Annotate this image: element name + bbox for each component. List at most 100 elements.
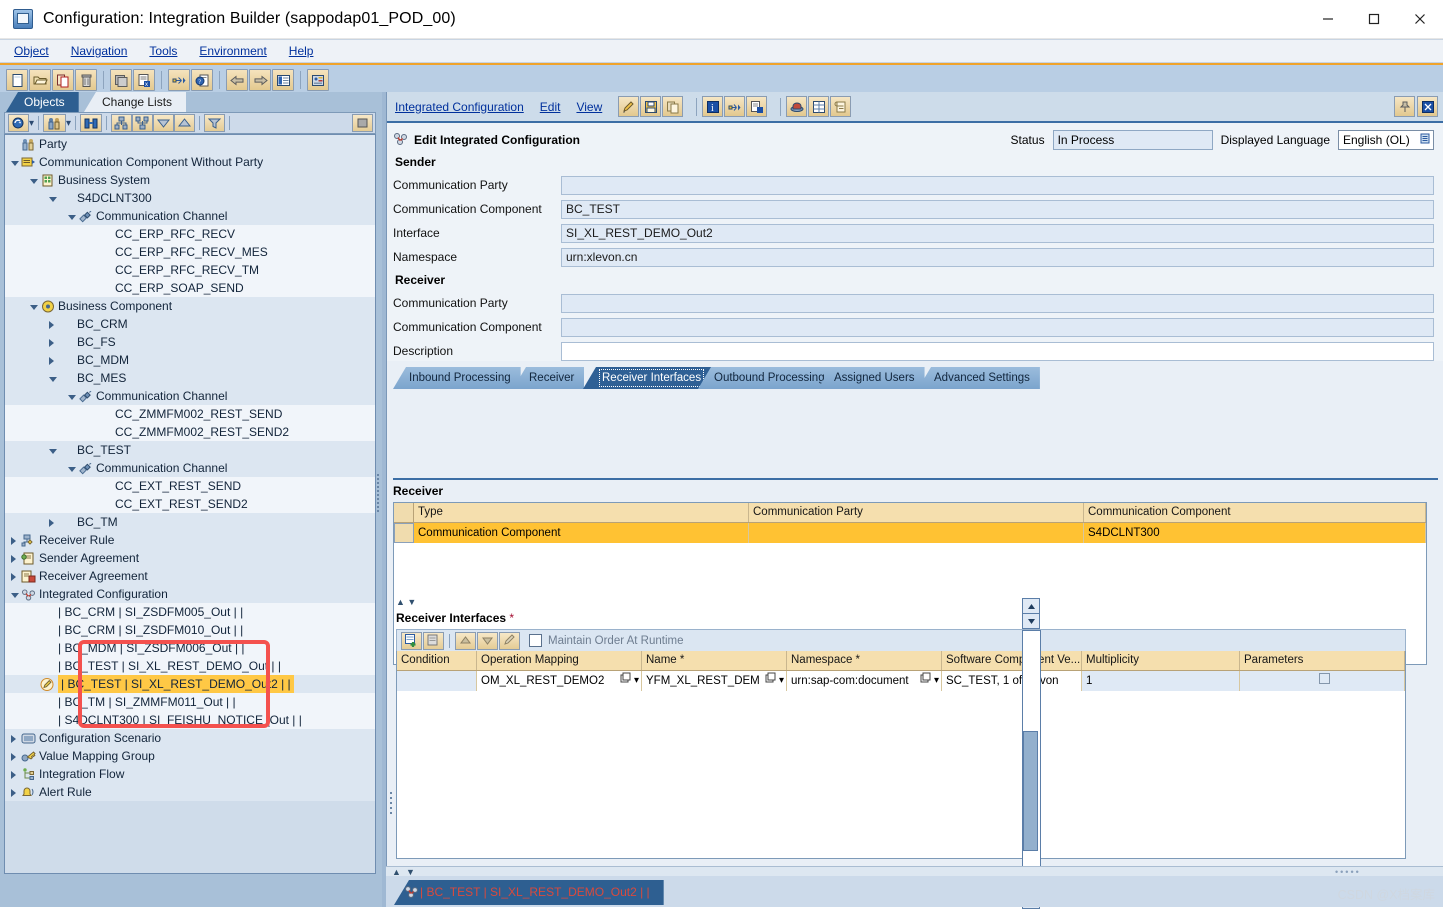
chevron-right-icon[interactable] [11,549,21,567]
description-input[interactable] [561,341,1434,361]
editor-scrollbar-thumb[interactable] [1023,731,1038,851]
edit-row-icon[interactable] [499,631,520,650]
chevron-right-icon[interactable] [11,747,21,765]
expand-all-icon[interactable] [153,114,175,132]
chevron-down-icon[interactable]: ▾ [634,671,639,691]
column-communication-component[interactable]: Communication Component [1084,503,1426,522]
chevron-down-icon[interactable] [11,153,21,171]
tab-inbound-processing[interactable]: Inbound Processing [393,367,521,389]
tree-item[interactable]: | BC_CRM | SI_ZSDFM005_Out | | [5,603,375,621]
chevron-down-icon[interactable] [30,297,40,315]
bottom-tab-active[interactable]: | BC_TEST | SI_XL_REST_DEMO_Out2 | | [394,880,664,905]
tree-item[interactable]: | BC_TEST | SI_XL_REST_DEMO_Out2 | | [5,675,375,693]
pane-splitter[interactable] [376,472,381,602]
tree-item[interactable]: CC_ZMMFM002_REST_SEND2 [5,423,375,441]
editor-menu-integrated-configuration[interactable]: Integrated Configuration [395,100,524,114]
chevron-right-icon[interactable] [11,567,21,585]
receiver-interfaces-scroll-down-button[interactable] [1022,613,1040,629]
receiver-communication-party-input[interactable] [561,293,1434,313]
tab-objects[interactable]: Objects [6,92,79,112]
tree-item[interactable]: Alert Rule [5,783,375,801]
delete-row-icon[interactable] [423,631,444,650]
chevron-down-icon[interactable] [11,585,21,603]
tab-assigned-users[interactable]: Assigned Users [818,367,925,389]
collapse-caret-icon[interactable]: ▲ ▼ [396,597,416,607]
tab-outbound-processing[interactable]: Outbound Processing [698,367,835,389]
column-software-component-version[interactable]: Software Component Ve... [942,651,1082,670]
sender-namespace-input[interactable]: urn:xlevon.cn [561,247,1434,267]
editor-menu-view[interactable]: View [576,100,602,114]
tree-item[interactable]: CC_ZMMFM002_REST_SEND [5,405,375,423]
tree-item[interactable]: | BC_MDM | SI_ZSDFM006_Out | | [5,639,375,657]
menu-help[interactable]: Help [289,44,314,58]
chevron-right-icon[interactable] [11,765,21,783]
menu-tools[interactable]: Tools [149,44,177,58]
tree-item[interactable]: S4DCLNT300 [5,189,375,207]
tree-item[interactable]: CC_ERP_RFC_RECV_MES [5,243,375,261]
filter-icon[interactable] [204,114,226,132]
tree-item[interactable]: Receiver Agreement [5,567,375,585]
tree-item[interactable]: Configuration Scenario [5,729,375,747]
cell-namespace[interactable]: urn:sap-com:document ▾ [787,671,942,691]
tab-advanced-settings[interactable]: Advanced Settings [918,367,1040,389]
chevron-down-icon[interactable] [68,207,78,225]
chevron-down-icon[interactable] [68,387,78,405]
tree-item[interactable]: BC_FS [5,333,375,351]
chevron-down-icon[interactable] [49,189,59,207]
tree-item[interactable]: BC_TM [5,513,375,531]
column-condition[interactable]: Condition [397,651,477,670]
table-row[interactable]: OM_XL_REST_DEMO2 ▾ YFM_XL_REST_DEM ▾ urn… [397,671,1405,691]
tree-item[interactable]: CC_ERP_RFC_RECV_TM [5,261,375,279]
tree-item[interactable]: Business System [5,171,375,189]
tree-item[interactable]: Receiver Rule [5,531,375,549]
move-down-icon[interactable] [477,631,498,650]
deploy-icon[interactable] [786,96,808,117]
copy-icon[interactable] [662,96,684,117]
check-config-icon[interactable] [746,96,768,117]
collapse-all-icon[interactable] [174,114,196,132]
tree-item[interactable]: Integrated Configuration [5,585,375,603]
cell-operation-mapping[interactable]: OM_XL_REST_DEMO2 ▾ [477,671,642,691]
tree-item[interactable]: CC_EXT_REST_SEND [5,477,375,495]
receiver-communication-component-input[interactable] [561,317,1434,337]
tree-item[interactable]: BC_MDM [5,351,375,369]
cell-software-component-version[interactable]: SC_TEST, 1 of xlevon [942,671,1082,691]
sender-communication-party-input[interactable] [561,175,1434,195]
maximize-button[interactable] [1351,0,1397,38]
party-find-icon[interactable] [43,114,67,132]
save-all-icon[interactable] [110,69,132,91]
tree-item[interactable]: Communication Component Without Party [5,153,375,171]
collapse-node-icon[interactable] [132,114,154,132]
column-communication-party[interactable]: Communication Party [749,503,1084,522]
close-button[interactable] [1397,0,1443,38]
maintain-order-checkbox[interactable] [529,634,542,647]
menu-environment[interactable]: Environment [199,44,266,58]
value-help-icon[interactable] [620,671,632,691]
open-folder-icon[interactable] [29,69,51,91]
cache-notification-icon[interactable] [307,69,329,91]
move-up-icon[interactable] [455,631,476,650]
tree-item[interactable]: Business Component [5,297,375,315]
tab-receiver-interfaces[interactable]: Receiver Interfaces [583,367,715,389]
tab-change-lists[interactable]: Change Lists [84,92,187,112]
column-type[interactable]: Type [414,503,749,522]
sender-communication-component-input[interactable]: BC_TEST [561,199,1434,219]
info-icon[interactable]: i [702,96,724,117]
column-parameters[interactable]: Parameters [1240,651,1405,670]
menu-object[interactable]: Object [14,44,49,58]
tree-item[interactable]: BC_CRM [5,315,375,333]
chevron-down-icon[interactable] [68,459,78,477]
tree-item[interactable]: Communication Channel [5,207,375,225]
tree-item[interactable]: Sender Agreement [5,549,375,567]
row-selector[interactable] [394,523,414,543]
back-arrow-icon[interactable] [226,69,248,91]
column-multiplicity[interactable]: Multiplicity [1082,651,1240,670]
copy-icon[interactable] [52,69,74,91]
party-dropdown-arrow-icon[interactable]: ▾ [66,118,71,129]
minimize-button[interactable] [1305,0,1351,38]
new-document-icon[interactable] [6,69,28,91]
tree-item[interactable]: Integration Flow [5,765,375,783]
object-tree[interactable]: Party Communication Component Without Par… [4,134,376,874]
tree-item[interactable]: BC_TEST [5,441,375,459]
tree-item[interactable]: Communication Channel [5,459,375,477]
